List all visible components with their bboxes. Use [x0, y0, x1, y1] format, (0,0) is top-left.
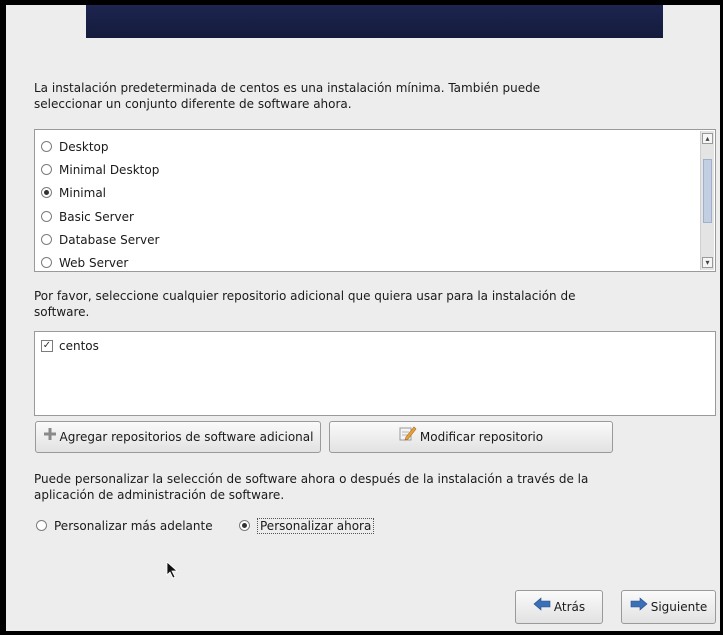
- environment-scrollbar[interactable]: ▴ ▾: [700, 131, 714, 270]
- repository-item[interactable]: ✓ centos: [41, 337, 99, 355]
- add-repo-label: Agregar repositorios de software adicion…: [59, 430, 314, 444]
- radio-selected-icon[interactable]: [239, 520, 250, 531]
- environment-label: Web Server: [59, 256, 129, 270]
- repository-label: centos: [59, 339, 99, 353]
- environment-option[interactable]: Desktop: [41, 138, 109, 156]
- customize-now-label: Personalizar ahora: [257, 518, 375, 534]
- modify-repo-label: Modificar repositorio: [419, 430, 544, 444]
- environment-label: Desktop: [59, 140, 109, 154]
- scroll-down-icon[interactable]: ▾: [702, 257, 713, 268]
- environment-label: Minimal Desktop: [59, 163, 160, 177]
- customize-now-option[interactable]: Personalizar ahora: [239, 517, 375, 535]
- next-label: Siguiente: [650, 600, 708, 614]
- radio-icon[interactable]: [36, 520, 47, 531]
- radio-icon[interactable]: [41, 257, 52, 268]
- environment-label: Minimal: [59, 186, 107, 200]
- edit-icon: [399, 422, 417, 452]
- environment-option[interactable]: Basic Server: [41, 208, 134, 226]
- installer-panel: La instalación predeterminada de centos …: [6, 5, 720, 631]
- plus-icon: [43, 422, 57, 452]
- checkbox-checked-icon[interactable]: ✓: [41, 339, 53, 352]
- environment-option[interactable]: Web Server: [41, 254, 129, 271]
- radio-icon[interactable]: [41, 211, 52, 222]
- radio-selected-icon[interactable]: [41, 187, 52, 198]
- radio-icon[interactable]: [41, 141, 52, 152]
- scroll-thumb[interactable]: [703, 159, 712, 223]
- header-banner: [86, 5, 663, 38]
- next-button[interactable]: Siguiente: [621, 590, 716, 624]
- customize-intro-text: Puede personalizar la selección de softw…: [34, 472, 589, 502]
- arrow-right-icon: [630, 591, 648, 623]
- environment-list[interactable]: Desktop Minimal Desktop Minimal Basic Se…: [34, 129, 716, 272]
- customize-later-option[interactable]: Personalizar más adelante: [36, 517, 213, 535]
- environment-option[interactable]: Minimal Desktop: [41, 161, 159, 179]
- environment-label: Database Server: [59, 233, 160, 247]
- environment-label: Basic Server: [59, 210, 134, 224]
- repo-intro-text: Por favor, seleccione cualquier reposito…: [34, 289, 576, 319]
- mouse-cursor-icon: [166, 561, 179, 582]
- back-button[interactable]: Atrás: [515, 590, 603, 624]
- intro-text: La instalación predeterminada de centos …: [34, 81, 541, 111]
- scroll-up-icon[interactable]: ▴: [702, 133, 713, 144]
- environment-option[interactable]: Minimal: [41, 184, 106, 202]
- repository-list[interactable]: ✓ centos: [34, 331, 716, 416]
- add-repo-button[interactable]: Agregar repositorios de software adicion…: [35, 421, 321, 453]
- customize-later-label: Personalizar más adelante: [54, 519, 213, 533]
- arrow-left-icon: [533, 591, 551, 623]
- radio-icon[interactable]: [41, 234, 52, 245]
- modify-repo-button[interactable]: Modificar repositorio: [329, 421, 613, 453]
- back-label: Atrás: [553, 600, 586, 614]
- environment-option[interactable]: Database Server: [41, 231, 159, 249]
- radio-icon[interactable]: [41, 164, 52, 175]
